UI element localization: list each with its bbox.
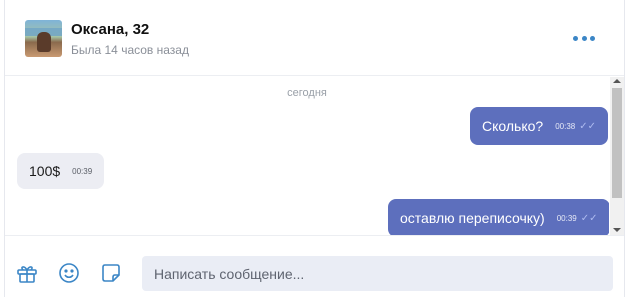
day-separator: сегодня [287, 87, 327, 99]
message-input[interactable] [142, 256, 613, 291]
message-text: 100$ [29, 163, 61, 179]
message-time: 00:38 [555, 121, 576, 131]
messages-scrollbar[interactable] [610, 77, 624, 235]
message-outgoing[interactable]: Сколько? 00:38 ✓✓ [470, 107, 608, 145]
message-list: сегодня Сколько? 00:38 ✓✓ 100$ 00:39 ост… [5, 77, 609, 235]
scrollbar-thumb[interactable] [612, 88, 622, 198]
message-outgoing[interactable]: оставлю переписочку) 00:39 ✓✓ [388, 199, 609, 235]
message-incoming[interactable]: 100$ 00:39 [17, 153, 105, 189]
avatar-person [37, 32, 51, 52]
last-seen-status: Была 14 часов назад [71, 43, 189, 57]
chat-header: Оксана, 32 Была 14 часов назад [5, 0, 624, 76]
sticker-icon[interactable] [100, 262, 122, 284]
scroll-down-icon[interactable] [613, 228, 621, 232]
message-text: оставлю переписочку) [400, 210, 545, 226]
avatar[interactable] [25, 20, 62, 57]
message-time: 00:39 [72, 166, 93, 176]
chat-window: Оксана, 32 Была 14 часов назад сегодня С… [4, 0, 625, 297]
message-time: 00:39 [556, 213, 577, 223]
read-check-icon: ✓✓ [579, 120, 596, 132]
contact-name[interactable]: Оксана, 32 [71, 21, 149, 38]
dot [590, 35, 595, 41]
message-text: Сколько? [482, 118, 544, 134]
dot [581, 35, 587, 41]
read-check-icon: ✓✓ [580, 212, 598, 224]
gift-icon[interactable] [16, 262, 38, 284]
more-options-icon[interactable] [573, 34, 595, 42]
smile-icon[interactable] [58, 262, 80, 284]
message-composer [5, 235, 624, 297]
dot [573, 35, 578, 41]
scroll-up-icon[interactable] [613, 79, 621, 83]
